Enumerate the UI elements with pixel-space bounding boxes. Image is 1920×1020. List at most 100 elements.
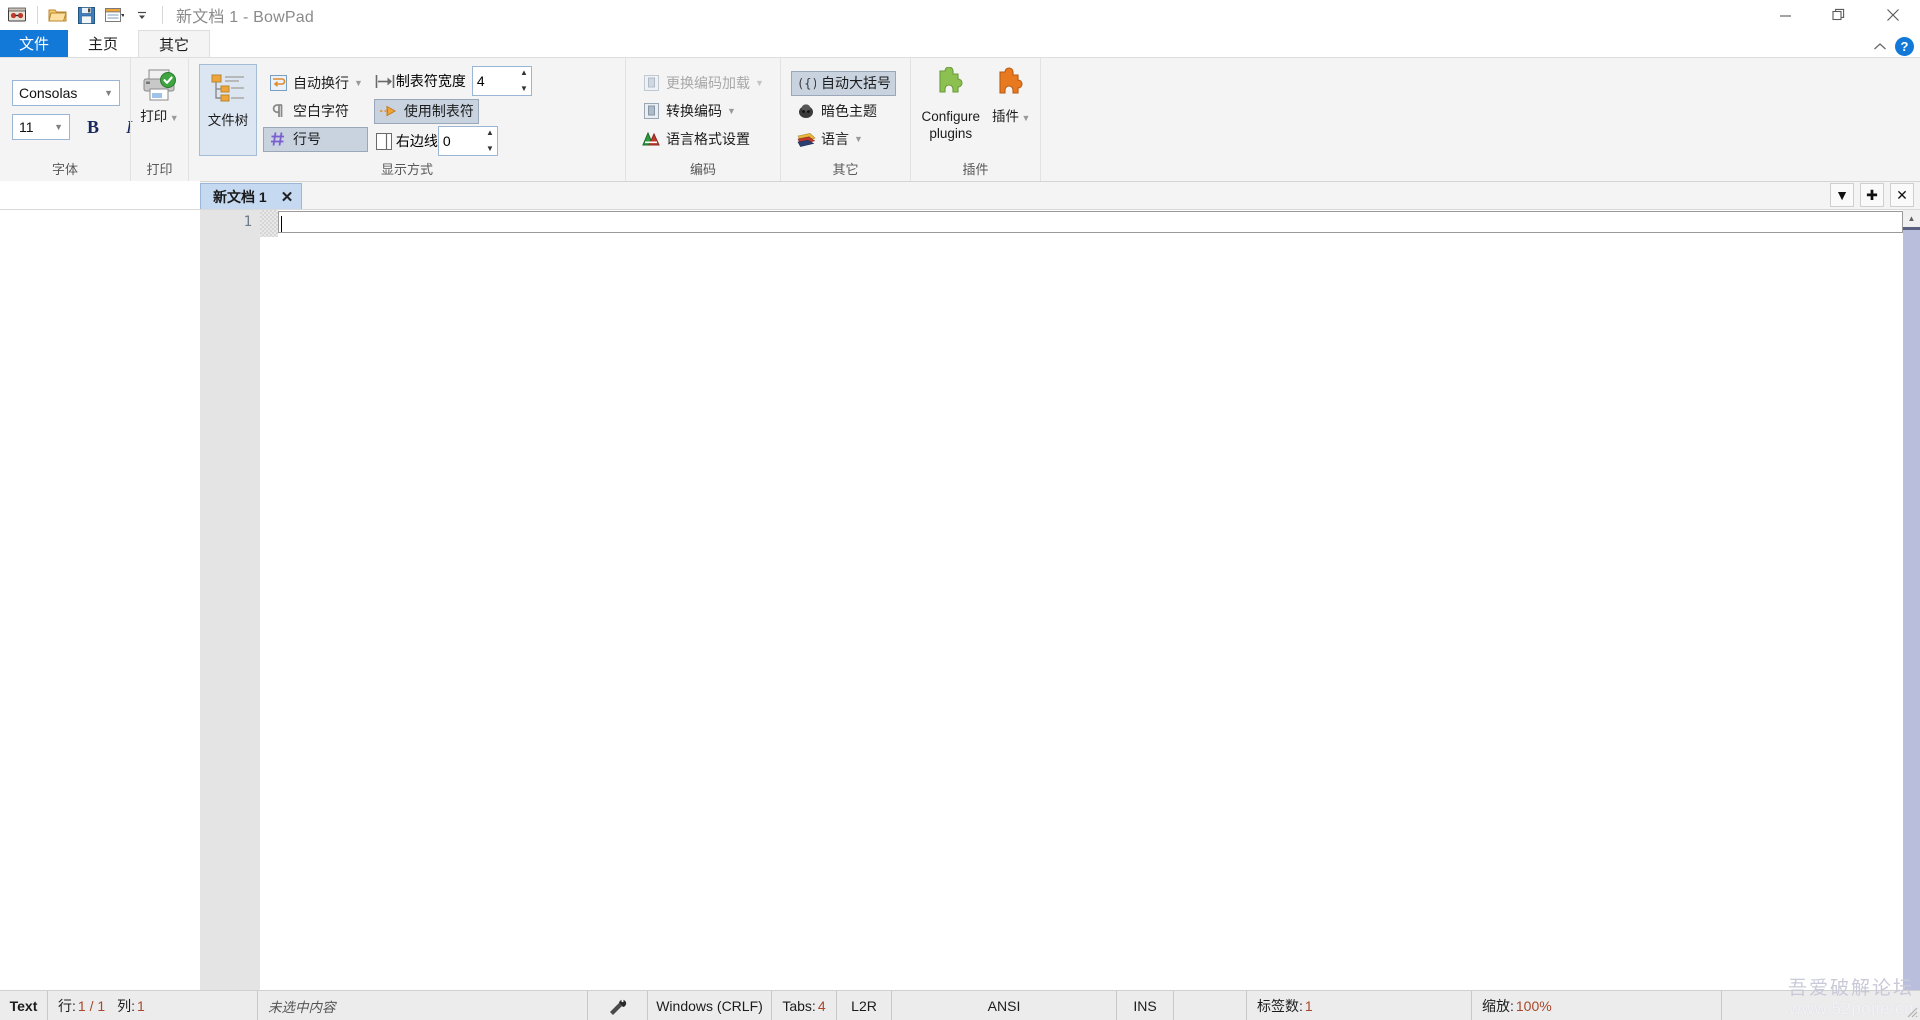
spinner-arrows[interactable]: ▲ ▼ [486, 129, 494, 153]
close-tab-icon[interactable]: ✕ [281, 188, 294, 206]
plugins-button[interactable]: 插件 ▼ [988, 61, 1034, 159]
status-tabcount-label: 标签数: [1257, 997, 1303, 1014]
scroll-up-arrow-icon[interactable]: ▲ [1903, 210, 1920, 227]
file-tree-icon [210, 69, 246, 109]
vertical-scrollbar[interactable]: ▲ [1903, 210, 1920, 990]
new-tab-button[interactable]: ✚ [1860, 183, 1884, 207]
whitespace-button[interactable]: 空白字符 [263, 99, 368, 124]
view-toggles-col1: 自动换行 ▼ 空白字符 行号 [263, 62, 368, 158]
status-tab-count[interactable]: 标签数: 1 [1247, 991, 1472, 1020]
reload-as-encoding-label: 更换编码加载 [666, 75, 750, 91]
spinner-arrows[interactable]: ▲ ▼ [520, 69, 528, 93]
app-icon[interactable] [4, 2, 30, 28]
print-label-text: 打印 [140, 109, 168, 124]
ribbon-group-print: 打印 ▼ 打印 [130, 58, 188, 181]
status-tools[interactable] [588, 991, 648, 1020]
bold-button[interactable]: B [80, 114, 106, 140]
plugins-button-label: 插件 ▼ [992, 109, 1031, 124]
status-col-value: 1 [137, 997, 145, 1014]
right-margin-spinner[interactable]: 0 ▲ ▼ [437, 126, 498, 156]
resize-grip[interactable] [1904, 1004, 1918, 1018]
chevron-down-icon[interactable]: ▼ [854, 134, 863, 144]
chevron-down-icon[interactable]: ▼ [727, 106, 736, 116]
right-margin-row: 右边线 0 ▲ ▼ [374, 126, 532, 156]
printer-icon [141, 65, 179, 105]
document-tab[interactable]: 新文档 1 ✕ [200, 183, 303, 209]
tab-list-dropdown-button[interactable]: ▼ [1830, 183, 1854, 207]
line-numbers-label: 行号 [293, 131, 321, 147]
save-icon[interactable] [73, 2, 99, 28]
ribbon-group-font: Consolas ▼ 11 ▼ B I 字体 [0, 58, 132, 181]
svg-text:({): ({) [797, 77, 816, 91]
status-spacer [1174, 991, 1247, 1020]
font-size-value: 11 [19, 119, 34, 135]
chevron-down-icon[interactable]: ▼ [755, 78, 764, 88]
puzzle-orange-icon [992, 65, 1030, 105]
status-encoding[interactable]: ANSI [892, 991, 1117, 1020]
file-tree-pane[interactable] [0, 210, 200, 990]
spinner-down-icon: ▼ [486, 144, 494, 153]
encoding-col: 更换编码加载 ▼ 转换编码 ▼ 语言格式设置 [636, 62, 769, 158]
qat-more-icon[interactable] [129, 2, 155, 28]
code-editor[interactable] [278, 210, 1903, 990]
bowpad-window: 新文档 1 - BowPad 文件 主页 其它 ? Consolas ▼ 11 … [0, 0, 1920, 1020]
close-all-tabs-button[interactable]: ✕ [1890, 183, 1914, 207]
puzzle-green-icon [931, 65, 971, 105]
group-label-other: 其它 [832, 162, 859, 177]
whitespace-label: 空白字符 [293, 103, 349, 119]
word-wrap-icon [268, 73, 288, 93]
language-label: 语言 [821, 131, 849, 147]
convert-encoding-button[interactable]: 转换编码 ▼ [636, 99, 769, 124]
status-zoom[interactable]: 缩放: 100% [1472, 991, 1722, 1020]
tabstrip-buttons: ▼ ✚ ✕ [1830, 183, 1914, 207]
ribbon-filler [1040, 58, 1920, 181]
font-name-combo[interactable]: Consolas ▼ [12, 80, 120, 106]
help-icon[interactable]: ? [1895, 37, 1914, 56]
dark-theme-button[interactable]: 暗色主题 [791, 99, 896, 124]
right-margin-label: 右边线 [395, 133, 438, 149]
tab-file[interactable]: 文件 [0, 30, 68, 57]
layout-icon[interactable] [101, 2, 127, 28]
use-tabs-button[interactable]: 使用制表符 [373, 98, 479, 124]
document-tab-strip: 新文档 1 ✕ ▼ ✚ ✕ [0, 181, 1920, 210]
tab-other[interactable]: 其它 [138, 30, 211, 57]
configure-plugins-button[interactable]: Configure plugins [917, 61, 984, 159]
status-tabs[interactable]: Tabs: 4 [772, 991, 837, 1020]
language-format-button[interactable]: 语言格式设置 [636, 127, 769, 152]
tab-width-spinner[interactable]: 4 ▲ ▼ [471, 66, 532, 96]
title-bar: 新文档 1 - BowPad [0, 0, 1920, 30]
fold-margin[interactable] [260, 210, 278, 237]
convert-encoding-label: 转换编码 [666, 103, 722, 119]
view-toggles-col2: 制表符宽度 4 ▲ ▼ 使用制表符 右边线 0 ▲ ▼ [373, 62, 532, 158]
chevron-down-icon[interactable]: ▼ [354, 78, 363, 88]
status-text-direction[interactable]: L2R [837, 991, 892, 1020]
maximize-restore-button[interactable] [1812, 0, 1866, 30]
status-selection[interactable]: 未选中内容 [258, 991, 588, 1020]
language-format-label: 语言格式设置 [666, 131, 750, 147]
reload-as-encoding-button[interactable]: 更换编码加载 ▼ [636, 71, 769, 96]
close-button[interactable] [1866, 0, 1920, 30]
print-button[interactable]: 打印 ▼ [137, 61, 182, 159]
right-margin-icon [374, 131, 396, 151]
open-icon[interactable] [45, 2, 71, 28]
filetree-button[interactable]: 文件树 [199, 64, 257, 156]
hash-icon [268, 129, 288, 149]
auto-braces-button[interactable]: ({) 自动大括号 [791, 70, 896, 96]
status-insert-mode[interactable]: INS [1117, 991, 1174, 1020]
minimize-button[interactable] [1758, 0, 1812, 30]
use-tabs-label: 使用制表符 [403, 103, 474, 119]
word-wrap-button[interactable]: 自动换行 ▼ [263, 71, 368, 96]
collapse-ribbon-icon[interactable] [1873, 42, 1887, 52]
ribbon-group-encoding: 更换编码加载 ▼ 转换编码 ▼ 语言格式设置 编码 [625, 58, 780, 181]
ribbon: Consolas ▼ 11 ▼ B I 字体 打印 ▼ 打印 文件树 自动换行 … [0, 57, 1920, 182]
scrollbar-thumb[interactable] [1903, 226, 1920, 990]
status-caret-position[interactable]: 行: 1 / 1 列: 1 [48, 991, 258, 1020]
line-numbers-button[interactable]: 行号 [263, 126, 368, 152]
status-doc-type[interactable]: Text [0, 991, 48, 1020]
font-size-combo[interactable]: 11 ▼ [12, 114, 70, 140]
tab-home[interactable]: 主页 [68, 30, 139, 57]
right-margin-value: 0 [442, 133, 451, 149]
status-eol[interactable]: Windows (CRLF) [648, 991, 772, 1020]
ribbon-group-other: ({) 自动大括号 [780, 58, 910, 181]
language-button[interactable]: 语言 ▼ [791, 127, 896, 152]
